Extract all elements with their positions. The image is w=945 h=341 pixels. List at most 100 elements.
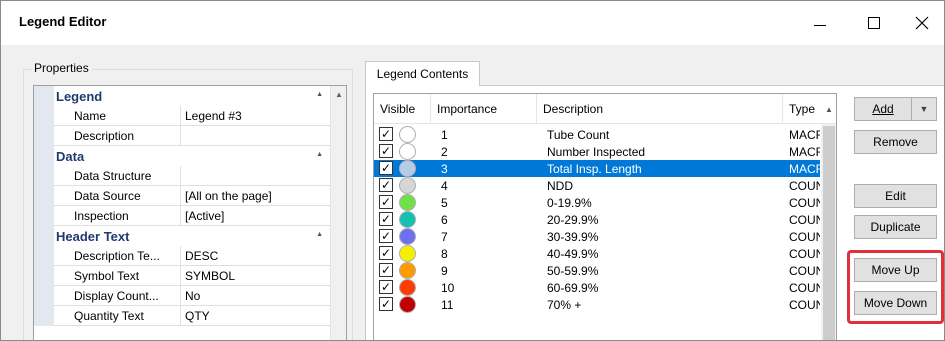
color-swatch-icon [399,262,416,279]
color-swatch-icon [399,194,416,211]
visible-checkbox[interactable]: ✓ [379,229,393,243]
category-gutter [34,146,54,166]
importance-cell: 9 [441,264,448,278]
property-name: Symbol Text [54,266,181,286]
collapse-icon[interactable]: ▲ [316,91,323,98]
color-swatch-icon [399,126,416,143]
list-item[interactable]: ✓ 2 Number Inspected MACRO [374,143,820,160]
row-gutter [34,166,54,186]
duplicate-button[interactable]: Duplicate [854,215,937,239]
property-value[interactable]: [Active] [181,206,331,226]
property-row[interactable]: Data Structure [34,166,331,186]
remove-button[interactable]: Remove [854,130,937,154]
add-dropdown-button[interactable]: ▼ [911,97,937,121]
type-cell: COUNT [789,264,820,278]
row-gutter [34,246,54,266]
type-cell: COUNT [789,179,820,193]
type-cell: COUNT [789,196,820,210]
color-swatch-icon [399,296,416,313]
type-cell: COUNT [789,213,820,227]
property-value[interactable]: [All on the page] [181,186,331,206]
add-button[interactable]: Add [854,97,912,121]
list-scrollbar-thumb[interactable] [823,126,835,340]
importance-cell: 5 [441,196,448,210]
column-header-importance[interactable]: Importance [431,94,537,124]
property-value[interactable]: QTY [181,306,331,326]
collapse-icon[interactable]: ▲ [316,231,323,238]
visible-checkbox[interactable]: ✓ [379,195,393,209]
property-value[interactable]: SYMBOL [181,266,331,286]
importance-cell: 4 [441,179,448,193]
list-item[interactable]: ✓ 6 20-29.9% COUNT [374,211,820,228]
property-value[interactable]: No [181,286,331,306]
property-category[interactable]: Legend ▲ [34,86,331,106]
importance-cell: 3 [441,162,448,176]
property-category[interactable]: Header Text ▲ [34,226,331,246]
visible-checkbox[interactable]: ✓ [379,246,393,260]
property-row[interactable]: Description [34,126,331,146]
collapse-icon[interactable]: ▲ [316,151,323,158]
row-gutter [34,186,54,206]
row-gutter [34,126,54,146]
move-buttons-highlight [847,250,944,324]
property-row[interactable]: Description Te... DESC [34,246,331,266]
property-row[interactable]: Quantity Text QTY [34,306,331,326]
property-value[interactable] [181,166,331,186]
color-swatch-icon [399,228,416,245]
maximize-button[interactable] [851,7,897,39]
list-item[interactable]: ✓ 3 Total Insp. Length MACRO [374,160,820,177]
list-item[interactable]: ✓ 4 NDD COUNT [374,177,820,194]
description-cell: Total Insp. Length [547,162,642,176]
property-value[interactable]: DESC [181,246,331,266]
list-scrollbar[interactable] [821,124,836,340]
description-cell: 60-69.9% [547,281,599,295]
property-row[interactable]: Inspection [Active] [34,206,331,226]
type-cell: COUNT [789,247,820,261]
description-cell: 70% + [547,298,582,312]
tab-legend-contents[interactable]: Legend Contents [365,61,480,86]
property-grid-scrollbar[interactable]: ▲ [330,86,346,340]
property-row[interactable]: Data Source [All on the page] [34,186,331,206]
property-row[interactable]: Name Legend #3 [34,106,331,126]
row-gutter [34,286,54,306]
maximize-icon [868,17,880,29]
color-swatch-icon [399,143,416,160]
description-cell: 50-59.9% [547,264,599,278]
minimize-button[interactable] [797,7,843,39]
chevron-down-icon: ▼ [919,104,929,114]
list-item[interactable]: ✓ 8 40-49.9% COUNT [374,245,820,262]
list-item[interactable]: ✓ 1 Tube Count MACRO [374,126,820,143]
chevron-up-icon: ▲ [825,104,833,114]
visible-checkbox[interactable]: ✓ [379,280,393,294]
property-value[interactable] [181,126,331,146]
property-category[interactable]: Data ▲ [34,146,331,166]
visible-checkbox[interactable]: ✓ [379,178,393,192]
close-button[interactable] [899,7,944,39]
importance-cell: 1 [441,128,448,142]
list-scroll-up-button[interactable]: ▲ [821,94,836,124]
column-header-visible[interactable]: Visible [374,94,431,124]
list-item[interactable]: ✓ 10 60-69.9% COUNT [374,279,820,296]
type-cell: COUNT [789,281,820,295]
property-row[interactable]: Symbol Text SYMBOL [34,266,331,286]
visible-checkbox[interactable]: ✓ [379,161,393,175]
window-title: Legend Editor [19,14,107,29]
color-swatch-icon [399,245,416,262]
property-row[interactable]: Display Count... No [34,286,331,306]
category-name: Legend [56,88,103,104]
importance-cell: 7 [441,230,448,244]
list-item[interactable]: ✓ 7 30-39.9% COUNT [374,228,820,245]
visible-checkbox[interactable]: ✓ [379,212,393,226]
property-name: Data Structure [54,166,181,186]
property-value[interactable]: Legend #3 [181,106,331,126]
property-name: Description Te... [54,246,181,266]
column-header-description[interactable]: Description [537,94,783,124]
visible-checkbox[interactable]: ✓ [379,144,393,158]
visible-checkbox[interactable]: ✓ [379,127,393,141]
edit-button[interactable]: Edit [854,184,937,208]
visible-checkbox[interactable]: ✓ [379,297,393,311]
list-item[interactable]: ✓ 5 0-19.9% COUNT [374,194,820,211]
list-item[interactable]: ✓ 9 50-59.9% COUNT [374,262,820,279]
list-item[interactable]: ✓ 11 70% + COUNT [374,296,820,313]
visible-checkbox[interactable]: ✓ [379,263,393,277]
